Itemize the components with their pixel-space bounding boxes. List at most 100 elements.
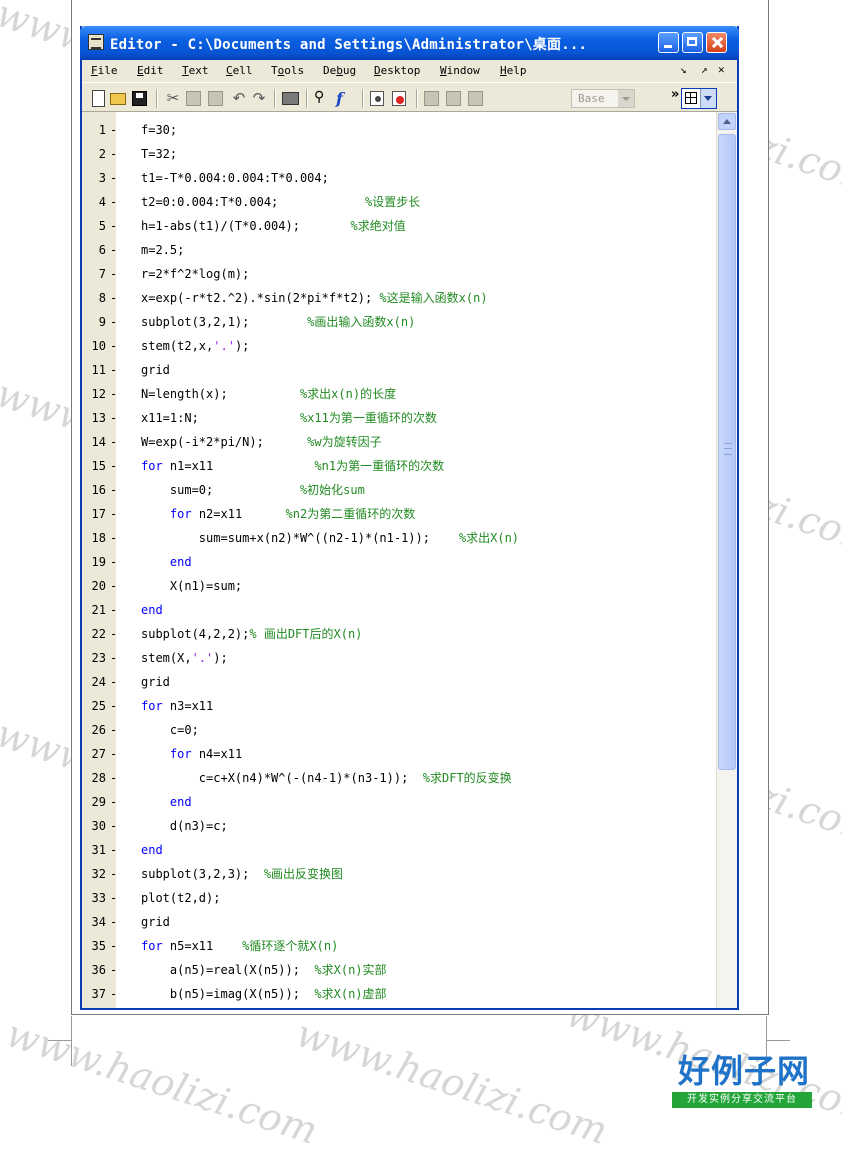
code-line[interactable]: 18- sum=sum+x(n2)*W^((n2-1)*(n1-1)); %求出… (82, 526, 716, 550)
executable-line-marker[interactable]: - (110, 358, 117, 382)
executable-line-marker[interactable]: - (110, 142, 117, 166)
undock-icon[interactable]: ↘ (680, 63, 687, 76)
executable-line-marker[interactable]: - (110, 910, 117, 934)
executable-line-marker[interactable]: - (110, 430, 117, 454)
menu-debug[interactable]: Debug (323, 64, 356, 77)
paste-icon[interactable] (208, 91, 223, 106)
executable-line-marker[interactable]: - (110, 814, 117, 838)
executable-line-marker[interactable]: - (110, 478, 117, 502)
executable-line-marker[interactable]: - (110, 166, 117, 190)
code-line[interactable]: 6- m=2.5; (82, 238, 716, 262)
code-line[interactable]: 28- c=c+X(n4)*W^(-(n4-1)*(n3-1)); %求DFT的… (82, 766, 716, 790)
clear-breakpoint-icon[interactable] (392, 91, 406, 106)
code-line[interactable]: 5- h=1-abs(t1)/(T*0.004); %求绝对值 (82, 214, 716, 238)
menu-edit[interactable]: Edit (137, 64, 164, 77)
workspace-base-select[interactable]: Base (571, 89, 635, 108)
cut-icon[interactable]: ✂ (164, 89, 182, 107)
scroll-up-icon[interactable] (718, 113, 736, 130)
step-out-icon[interactable] (468, 91, 483, 106)
code-line[interactable]: 19- end (82, 550, 716, 574)
code-line[interactable]: 33- plot(t2,d); (82, 886, 716, 910)
minimize-button[interactable] (658, 32, 679, 53)
save-icon[interactable] (132, 91, 147, 106)
executable-line-marker[interactable]: - (110, 190, 117, 214)
code-line[interactable]: 15- for n1=x11 %n1为第一重循环的次数 (82, 454, 716, 478)
executable-line-marker[interactable]: - (110, 526, 117, 550)
executable-line-marker[interactable]: - (110, 742, 117, 766)
code-line[interactable]: 21- end (82, 598, 716, 622)
executable-line-marker[interactable]: - (110, 238, 117, 262)
executable-line-marker[interactable]: - (110, 334, 117, 358)
menu-text[interactable]: Text (182, 64, 209, 77)
executable-line-marker[interactable]: - (110, 982, 117, 1006)
find-icon[interactable]: ⚲ (314, 89, 332, 107)
code-line[interactable]: 1- f=30; (82, 118, 716, 142)
dock-icon[interactable]: ↗ (701, 63, 708, 76)
copy-icon[interactable] (186, 91, 201, 106)
executable-line-marker[interactable]: - (110, 766, 117, 790)
editor-app-icon[interactable] (88, 34, 104, 50)
executable-line-marker[interactable]: - (110, 214, 117, 238)
executable-line-marker[interactable]: - (110, 622, 117, 646)
chevron-down-icon[interactable] (618, 90, 634, 107)
code-line[interactable]: 26- c=0; (82, 718, 716, 742)
menu-cell[interactable]: Cell (226, 64, 253, 77)
code-line[interactable]: 10- stem(t2,x,'.'); (82, 334, 716, 358)
code-line[interactable]: 4- t2=0:0.004:T*0.004; %设置步长 (82, 190, 716, 214)
code-line[interactable]: 30- d(n3)=c; (82, 814, 716, 838)
code-line[interactable]: 20- X(n1)=sum; (82, 574, 716, 598)
code-line[interactable]: 2- T=32; (82, 142, 716, 166)
code-line[interactable]: 31- end (82, 838, 716, 862)
redo-icon[interactable]: ↷ (250, 89, 268, 107)
menu-file[interactable]: File (91, 64, 118, 77)
code-line[interactable]: 32- subplot(3,2,3); %画出反变换图 (82, 862, 716, 886)
chevron-down-icon[interactable] (700, 89, 716, 108)
code-line[interactable]: 25- for n3=x11 (82, 694, 716, 718)
executable-line-marker[interactable]: - (110, 790, 117, 814)
executable-line-marker[interactable]: - (110, 502, 117, 526)
executable-line-marker[interactable]: - (110, 262, 117, 286)
executable-line-marker[interactable]: - (110, 598, 117, 622)
code-line[interactable]: 12- N=length(x); %求出x(n)的长度 (82, 382, 716, 406)
close-button[interactable] (706, 32, 727, 53)
executable-line-marker[interactable]: - (110, 550, 117, 574)
code-line[interactable]: 36- a(n5)=real(X(n5)); %求X(n)实部 (82, 958, 716, 982)
executable-line-marker[interactable]: - (110, 310, 117, 334)
executable-line-marker[interactable]: - (110, 454, 117, 478)
close-document-icon[interactable]: ✕ (718, 63, 725, 76)
maximize-button[interactable] (682, 32, 703, 53)
menu-tools[interactable]: Tools (271, 64, 304, 77)
title-bar[interactable]: Editor - C:\Documents and Settings\Admin… (80, 26, 739, 60)
executable-line-marker[interactable]: - (110, 718, 117, 742)
vertical-scrollbar[interactable] (716, 112, 737, 1008)
code-line[interactable]: 24- grid (82, 670, 716, 694)
code-line[interactable]: 27- for n4=x11 (82, 742, 716, 766)
code-line[interactable]: 16- sum=0; %初始化sum (82, 478, 716, 502)
step-icon[interactable] (424, 91, 439, 106)
function-icon[interactable]: f (336, 89, 354, 108)
code-line[interactable]: 35- for n5=x11 %循环逐个就X(n) (82, 934, 716, 958)
code-line[interactable]: 14- W=exp(-i*2*pi/N); %w为旋转因子 (82, 430, 716, 454)
executable-line-marker[interactable]: - (110, 118, 117, 142)
code-line[interactable]: 17- for n2=x11 %n2为第二重循环的次数 (82, 502, 716, 526)
open-folder-icon[interactable] (110, 93, 126, 105)
executable-line-marker[interactable]: - (110, 670, 117, 694)
code-editor[interactable]: 1- f=30; 2- T=32; 3- t1=-T*0.004:0.004:T*0.00… (82, 112, 737, 1008)
executable-line-marker[interactable]: - (110, 382, 117, 406)
executable-line-marker[interactable]: - (110, 406, 117, 430)
menu-window[interactable]: Window (440, 64, 480, 77)
code-line[interactable]: 13- x11=1:N; %x11为第一重循环的次数 (82, 406, 716, 430)
executable-line-marker[interactable]: - (110, 862, 117, 886)
code-line[interactable]: 22- subplot(4,2,2);% 画出DFT后的X(n) (82, 622, 716, 646)
executable-line-marker[interactable]: - (110, 838, 117, 862)
undo-icon[interactable]: ↶ (230, 89, 248, 107)
code-line[interactable]: 3- t1=-T*0.004:0.004:T*0.004; (82, 166, 716, 190)
executable-line-marker[interactable]: - (110, 886, 117, 910)
set-breakpoint-icon[interactable] (370, 91, 384, 106)
executable-line-marker[interactable]: - (110, 574, 117, 598)
executable-line-marker[interactable]: - (110, 694, 117, 718)
code-line[interactable]: 34- grid (82, 910, 716, 934)
code-line[interactable]: 9- subplot(3,2,1); %画出输入函数x(n) (82, 310, 716, 334)
scroll-thumb[interactable] (718, 134, 736, 770)
toolbar-overflow-icon[interactable]: » (671, 87, 679, 102)
